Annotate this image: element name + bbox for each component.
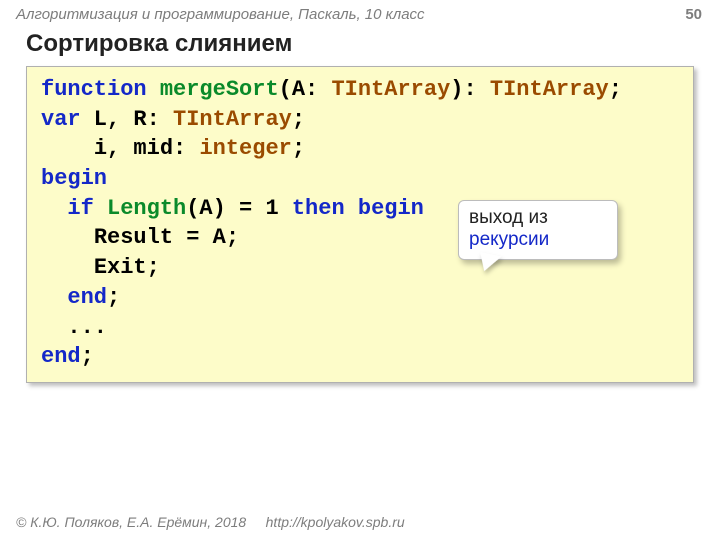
callout-line2: рекурсии <box>469 229 549 250</box>
slide-title: Сортировка слиянием <box>26 30 292 58</box>
code-line-8: end; <box>41 283 679 313</box>
footer-copyright: © К.Ю. Поляков, Е.А. Ерёмин, 2018 <box>16 514 246 530</box>
code-line-1: function mergeSort(A: TIntArray): TIntAr… <box>41 75 679 105</box>
code-line-4: begin <box>41 164 679 194</box>
code-line-9: ... <box>41 313 679 343</box>
footer-link[interactable]: http://kpolyakov.spb.ru <box>266 514 405 530</box>
callout-recursion-exit: выход из рекурсии <box>458 200 618 260</box>
footer: © К.Ю. Поляков, Е.А. Ерёмин, 2018 http:/… <box>16 514 405 530</box>
page-number: 50 <box>685 6 702 23</box>
callout-line1: выход из <box>469 207 548 228</box>
code-line-10: end; <box>41 342 679 372</box>
code-line-3: i, mid: integer; <box>41 134 679 164</box>
course-header: Алгоритмизация и программирование, Паска… <box>16 6 704 23</box>
code-line-2: var L, R: TIntArray; <box>41 105 679 135</box>
